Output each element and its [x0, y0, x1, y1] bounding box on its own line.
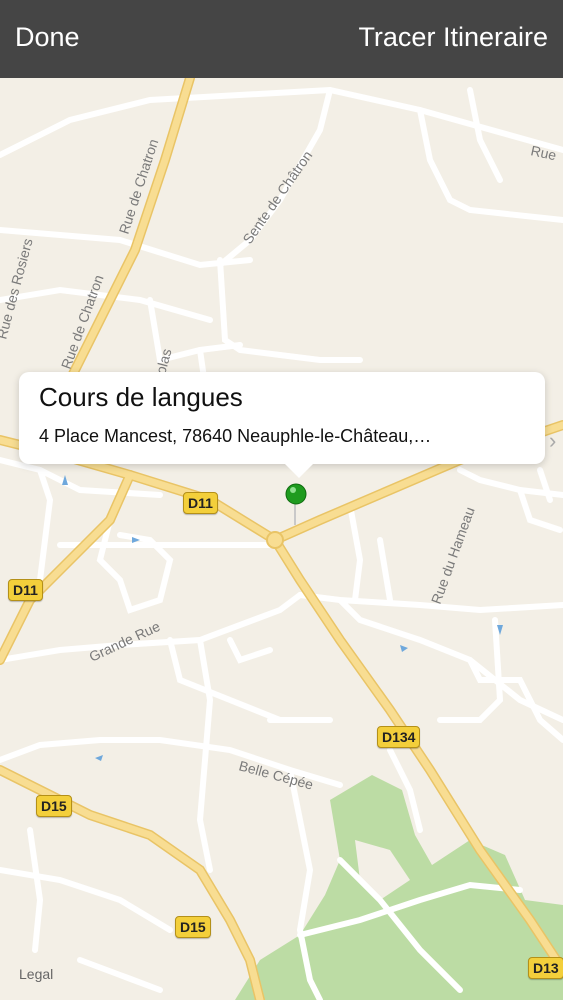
street-label: Rue du Hameau — [428, 505, 478, 606]
legal-link[interactable]: Legal — [19, 966, 53, 982]
road-shield-d134: D134 — [377, 726, 421, 748]
chevron-right-icon[interactable]: › — [549, 428, 563, 453]
road-shield-d11: D11 — [8, 579, 43, 601]
street-label: Rue des Rosiers — [0, 237, 36, 341]
callout-title: Cours de langues — [39, 382, 243, 412]
location-callout[interactable]: Cours de langues 4 Place Mancest, 78640 … — [19, 372, 545, 478]
pin-highlight — [290, 487, 296, 493]
road-shield-d15: D15 — [36, 795, 72, 817]
road-shield-d15: D15 — [175, 916, 211, 938]
green-location-pin-icon — [285, 483, 307, 505]
navigation-bar: Done Tracer Itineraire — [0, 0, 563, 78]
road-shield-d11: D11 — [183, 492, 218, 514]
street-label: Sente de Châtron — [239, 148, 315, 247]
roundabout — [266, 531, 284, 549]
trace-route-button[interactable]: Tracer Itineraire — [358, 22, 548, 53]
done-button[interactable]: Done — [15, 22, 80, 53]
road-shield-d13: D13 — [528, 957, 563, 979]
callout-address: 4 Place Mancest, 78640 Neauphle-le-Châte… — [39, 426, 432, 446]
map-canvas: Rue Sente de Châtron Rue de Chatron Rue … — [0, 78, 563, 1000]
map-view[interactable]: Rue Sente de Châtron Rue de Chatron Rue … — [0, 78, 563, 1000]
